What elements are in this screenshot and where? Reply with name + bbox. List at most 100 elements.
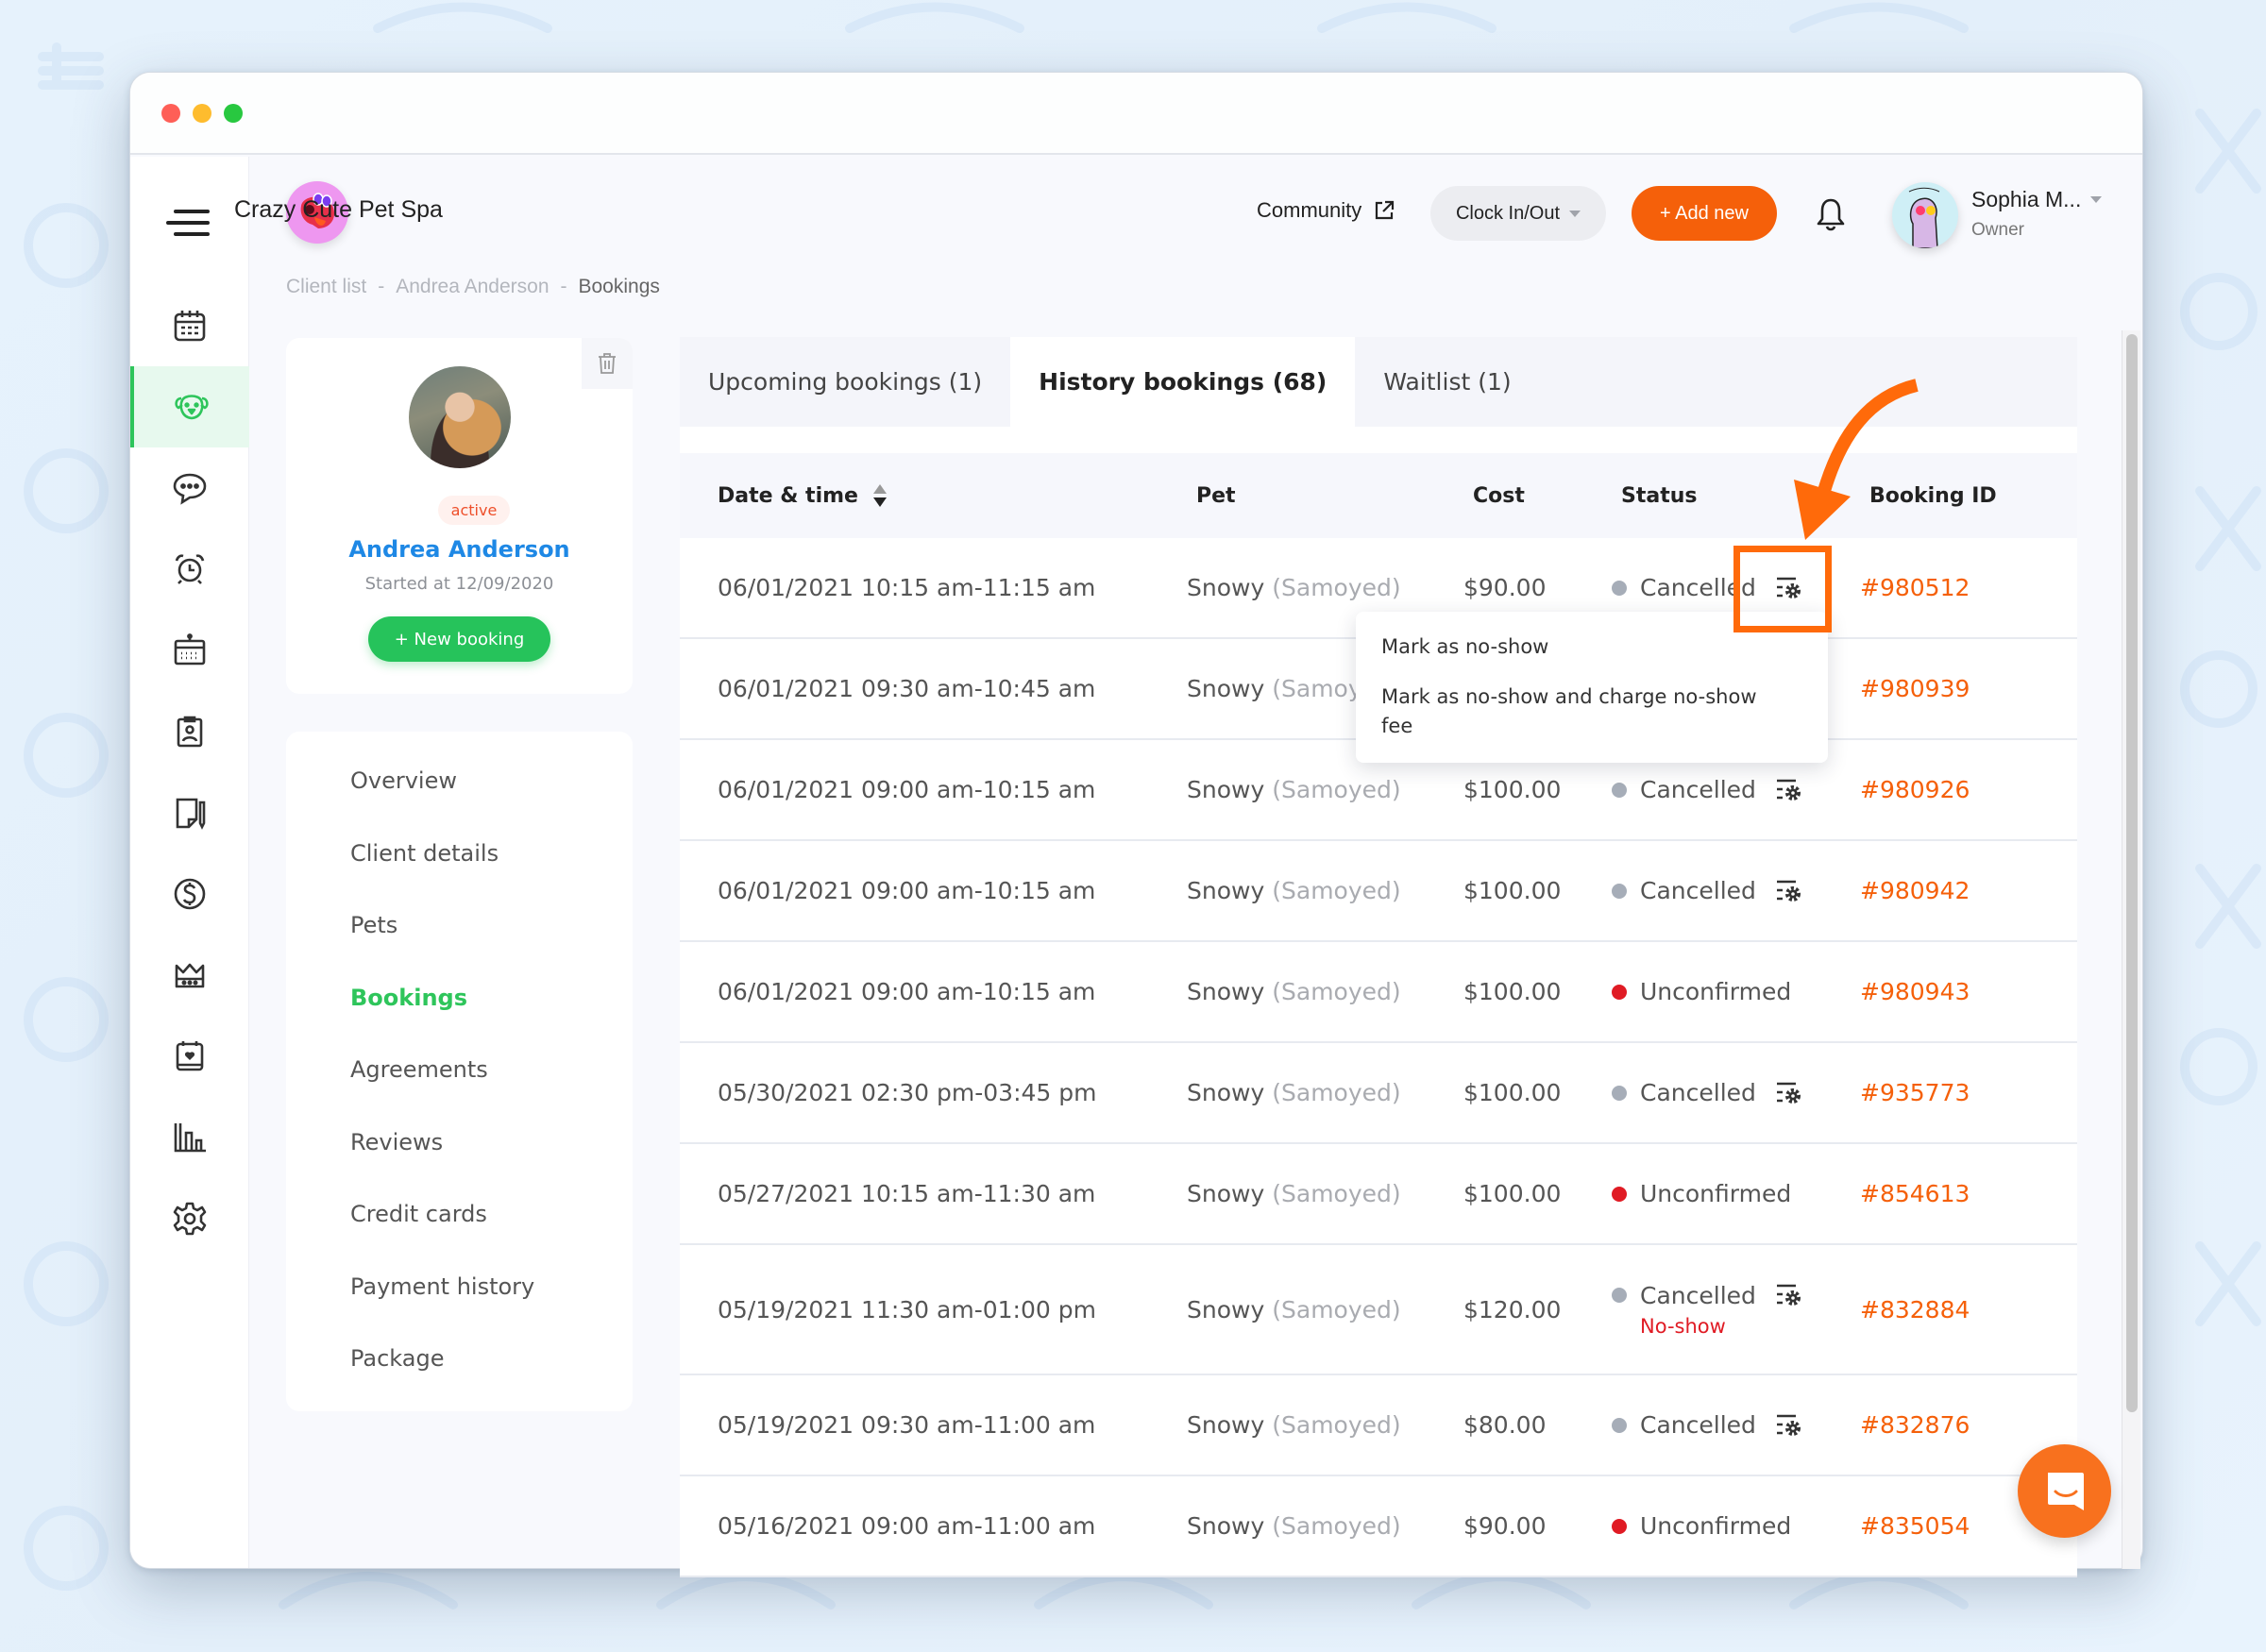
rail-item-settings[interactable] (130, 1178, 249, 1259)
pet-name: Snowy (1187, 776, 1265, 803)
booking-id-link[interactable]: #835054 (1860, 1476, 1970, 1576)
scrollbar-thumb[interactable] (2126, 334, 2138, 1412)
booking-id-link[interactable]: #935773 (1860, 1043, 1970, 1142)
client-subnav: Overview Client details Pets Bookings Ag… (286, 732, 633, 1411)
pet-name: Snowy (1187, 675, 1265, 702)
status-text: Unconfirmed (1640, 978, 1792, 1005)
status-text: Cancelled (1640, 1079, 1756, 1106)
booking-id-link[interactable]: #854613 (1860, 1144, 1970, 1243)
booking-pet: Snowy (Samoyed) (1187, 1144, 1401, 1243)
rail-item-notes[interactable] (130, 772, 249, 853)
booking-actions-gear-icon[interactable] (1775, 1412, 1805, 1439)
booking-actions-gear-icon[interactable] (1775, 1080, 1805, 1106)
booking-id-link[interactable]: #832884 (1860, 1245, 1970, 1374)
rail-item-payments[interactable] (130, 853, 249, 935)
sort-icon[interactable] (871, 482, 888, 509)
menu-item-mark-no-show-charge-fee[interactable]: Mark as no-show and charge no-show fee (1356, 683, 1790, 741)
chat-bubble-icon (173, 473, 207, 505)
booking-status: Unconfirmed (1612, 1476, 1791, 1576)
status-line: Cancelled (1612, 1079, 1805, 1106)
window-minimize-button[interactable] (193, 104, 211, 123)
booking-status: Unconfirmed (1612, 942, 1791, 1041)
table-row[interactable]: 06/01/2021 09:00 am-10:15 am Snowy (Samoye… (680, 841, 2077, 942)
table-row[interactable]: 05/27/2021 10:15 am-11:30 am Snowy (Samoye… (680, 1144, 2077, 1245)
booking-actions-gear-icon[interactable] (1775, 575, 1805, 601)
rail-item-reminders[interactable] (130, 529, 249, 610)
menu-toggle-button[interactable] (164, 204, 215, 242)
booking-cost: $80.00 (1463, 1411, 1547, 1439)
booking-id-link[interactable]: #980939 (1860, 639, 1970, 738)
window-close-button[interactable] (161, 104, 180, 123)
subnav-client-details[interactable]: Client details (286, 838, 633, 911)
user-menu-chevron-icon[interactable] (2090, 196, 2102, 203)
table-row[interactable]: 05/16/2021 09:00 am-11:00 am Snowy (Samoye… (680, 1476, 2077, 1577)
subnav-credit-cards[interactable]: Credit cards (286, 1199, 633, 1272)
add-new-button[interactable]: + Add new (1632, 186, 1777, 241)
pet-breed: (Samoyed) (1272, 1512, 1401, 1540)
status-text: Cancelled (1640, 1411, 1756, 1439)
subnav-agreements[interactable]: Agreements (286, 1054, 633, 1127)
breadcrumb-client-list[interactable]: Client list (286, 276, 366, 298)
rail-item-memberships[interactable] (130, 935, 249, 1016)
notifications-bell-icon[interactable] (1815, 196, 1847, 232)
new-booking-button[interactable]: + New booking (368, 616, 550, 662)
subnav-package[interactable]: Package (286, 1343, 633, 1416)
subnav-overview[interactable]: Overview (286, 766, 633, 838)
rail-item-schedule[interactable] (130, 610, 249, 691)
booking-pet: Snowy (Samoyed) (1187, 1043, 1401, 1142)
booking-id-link[interactable]: #980512 (1860, 538, 1970, 637)
breadcrumb-client-name[interactable]: Andrea Anderson (396, 276, 549, 298)
booking-id-link[interactable]: #980942 (1860, 841, 1970, 940)
client-avatar (409, 366, 511, 468)
booking-date: 06/01/2021 09:30 am-10:45 am (718, 675, 1096, 702)
client-name[interactable]: Andrea Anderson (286, 536, 633, 563)
menu-item-mark-no-show[interactable]: Mark as no-show (1356, 632, 1828, 662)
status-line: Cancelled (1612, 574, 1805, 601)
table-header: Date & time Pet Cost Status Booking ID (680, 453, 2077, 538)
column-header-date[interactable]: Date & time (718, 453, 888, 538)
pet-name: Snowy (1187, 1180, 1265, 1207)
pet-breed: (Samoyed) (1272, 1079, 1401, 1106)
table-row[interactable]: 06/01/2021 09:00 am-10:15 am Snowy (Samoye… (680, 942, 2077, 1043)
rail-item-calendar[interactable] (130, 285, 249, 366)
booking-pet: Snowy (Samoyed) (1187, 1476, 1401, 1576)
menu-icon (166, 210, 210, 236)
booking-cost: $100.00 (1463, 978, 1562, 1005)
booking-id-link[interactable]: #980943 (1860, 942, 1970, 1041)
tab-history-bookings[interactable]: History bookings (68) (1010, 337, 1356, 427)
booking-id-link[interactable]: #832876 (1860, 1375, 1970, 1475)
community-link[interactable]: Community (1257, 198, 1395, 223)
rail-item-staff[interactable] (130, 691, 249, 772)
external-link-icon (1376, 200, 1395, 220)
subnav-payment-history[interactable]: Payment history (286, 1272, 633, 1344)
clock-in-out-button[interactable]: Clock In/Out (1430, 186, 1606, 241)
subnav-bookings[interactable]: Bookings (286, 983, 633, 1055)
booking-id-link[interactable]: #980926 (1860, 740, 1970, 839)
booking-actions-gear-icon[interactable] (1775, 878, 1805, 904)
booking-status: Cancelled No-show (1612, 1245, 1805, 1374)
table-row[interactable]: 05/19/2021 11:30 am-01:00 pm Snowy (Samoye… (680, 1245, 2077, 1375)
booking-actions-gear-icon[interactable] (1775, 1282, 1805, 1308)
delete-client-button[interactable] (582, 338, 633, 389)
subnav-pets[interactable]: Pets (286, 910, 633, 983)
rail-item-events[interactable] (130, 1016, 249, 1097)
booking-actions-gear-icon[interactable] (1775, 777, 1805, 803)
calendar-icon (174, 311, 206, 342)
user-name[interactable]: Sophia M... (1971, 187, 2081, 212)
rail-item-clients[interactable] (130, 366, 249, 447)
tab-waitlist[interactable]: Waitlist (1) (1355, 337, 1539, 427)
booking-date: 06/01/2021 09:00 am-10:15 am (718, 877, 1096, 904)
bookings-panel: Upcoming bookings (1) History bookings (… (680, 337, 2077, 1577)
rail-item-reports[interactable] (130, 1097, 249, 1178)
status-text: Cancelled (1640, 574, 1756, 601)
user-avatar[interactable] (1892, 182, 1958, 248)
page-scrollbar[interactable] (2122, 330, 2140, 1569)
support-chat-button[interactable] (2018, 1444, 2111, 1538)
window-maximize-button[interactable] (224, 104, 243, 123)
tab-upcoming-bookings[interactable]: Upcoming bookings (1) (680, 337, 1010, 427)
table-row[interactable]: 05/30/2021 02:30 pm-03:45 pm Snowy (Samoye… (680, 1043, 2077, 1144)
table-row[interactable]: 05/19/2021 09:30 am-11:00 am Snowy (Samoye… (680, 1375, 2077, 1476)
trash-icon (599, 353, 616, 374)
rail-item-messages[interactable] (130, 447, 249, 529)
subnav-reviews[interactable]: Reviews (286, 1127, 633, 1200)
